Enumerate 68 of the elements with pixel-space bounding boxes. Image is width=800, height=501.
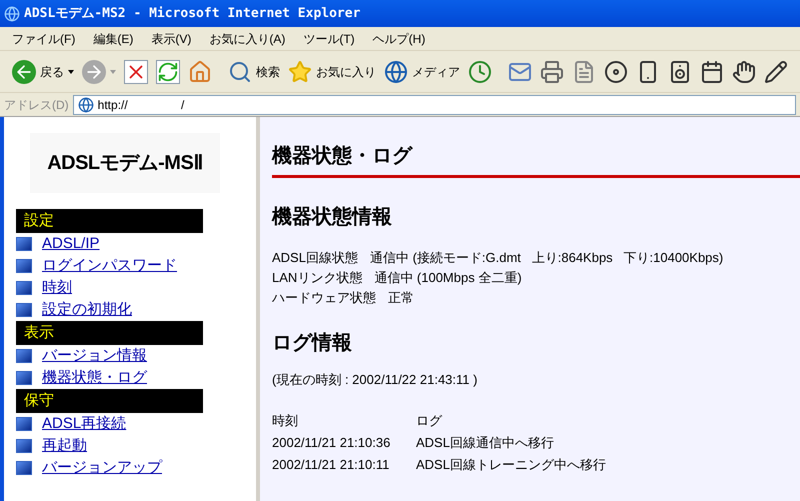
log-time: 2002/11/21 21:10:36 [272,434,392,452]
search-button[interactable]: 検索 [228,60,280,84]
browser-icon [4,6,20,22]
caret-icon [68,70,74,74]
section-heading: 機器状態情報 [272,205,393,230]
menu-item[interactable]: 編集(E) [93,30,134,48]
home-icon[interactable] [188,60,212,84]
pencil-icon[interactable] [764,60,788,84]
menu-item[interactable]: ファイル(F) [12,30,76,48]
page-icon [78,96,94,112]
section-header: 表示 [16,321,203,345]
nav-link[interactable]: バージョンアップ [42,456,162,480]
window-title: ADSLモデム-MS2 - Microsoft Internet Explorer [24,4,360,23]
log-time: 2002/11/21 21:10:11 [272,456,390,474]
column-header: ログ [416,412,442,430]
address-label: アドレス(D) [4,96,69,114]
disc-icon[interactable] [604,60,628,84]
logo: ADSLモデム-MSⅡ [30,133,220,193]
bullet-icon [16,281,32,295]
speaker-icon[interactable] [668,60,692,84]
page-title: 機器状態・ログ [272,144,414,169]
log-message: ADSL回線通信中へ移行 [416,434,554,452]
bullet-icon [16,237,32,251]
stop-icon[interactable] [124,60,148,84]
calendar-icon[interactable] [700,60,724,84]
menu-item[interactable]: 表示(V) [151,30,192,48]
caret-icon [110,70,116,74]
status-label: ハードウェア状態 [272,289,376,307]
back-button[interactable]: 戻る [12,60,74,84]
globe-icon [384,60,408,84]
section-header: 設定 [16,209,203,233]
nav-link[interactable]: ADSL/IP [42,232,100,256]
favorites-button[interactable]: お気に入り [288,60,376,84]
menu-item[interactable]: ツール(T) [303,30,355,48]
bullet-icon [16,461,32,475]
search-icon [228,60,252,84]
status-label: ADSL回線状態 [272,249,358,267]
bullet-icon [16,439,32,453]
bullet-icon [16,303,32,317]
column-header: 時刻 [272,412,299,430]
hand-icon[interactable] [732,60,756,84]
nav-link[interactable]: ログインパスワード [42,254,177,278]
status-value: 正常 [388,289,414,307]
bullet-icon [16,417,32,431]
media-button[interactable]: メディア [384,60,460,84]
status-value: 通信中 (接続モード:G.dmt 上り:864Kbps 下り:10400Kbps) [370,249,724,267]
nav-link[interactable]: バージョン情報 [42,344,147,368]
menu-item[interactable]: ヘルプ(H) [372,30,426,48]
bullet-icon [16,371,32,385]
menu-item[interactable]: お気に入り(A) [209,30,286,48]
status-label: LANリンク状態 [272,269,362,287]
current-time: (現在の時刻 : 2002/11/22 21:43:11 ) [272,371,478,389]
section-header: 保守 [16,389,203,413]
refresh-icon[interactable] [156,60,180,84]
section-heading: ログ情報 [272,331,353,356]
log-message: ADSL回線トレーニング中へ移行 [416,456,606,474]
nav-link[interactable]: 機器状態・ログ [42,366,147,390]
nav-link[interactable]: 再起動 [42,434,87,458]
address-field[interactable]: http:// / [72,94,796,114]
nav-link[interactable]: 設定の初期化 [42,298,132,322]
nav-link[interactable]: ADSL再接続 [42,412,126,436]
history-icon[interactable] [468,60,492,84]
status-value: 通信中 (100Mbps 全二重) [374,269,522,287]
bullet-icon [16,259,32,273]
nav-link[interactable]: 時刻 [42,276,72,300]
print-icon[interactable] [540,60,564,84]
bullet-icon [16,349,32,363]
star-icon [288,60,312,84]
